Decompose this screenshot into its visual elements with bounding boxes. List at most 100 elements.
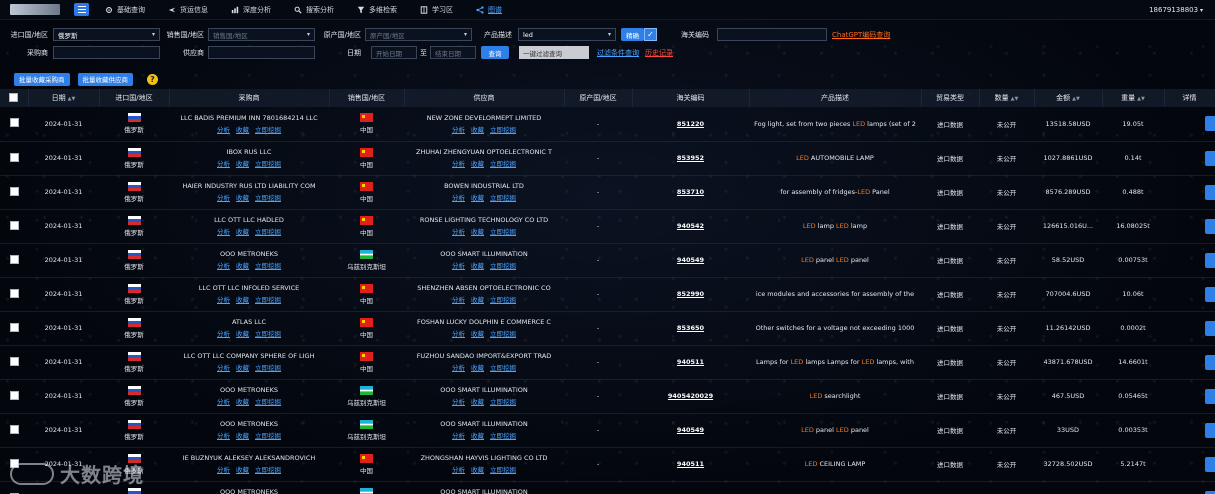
company-favorite-link[interactable]: 收藏 [471, 260, 484, 270]
buyer-name[interactable]: OOO METRONEKS [169, 420, 329, 428]
company-dig-link[interactable]: 立即挖掘 [490, 124, 516, 134]
nav-item-7[interactable]: 图谱 [476, 5, 502, 15]
date-end-input[interactable]: 结束日期 [430, 46, 476, 59]
column-header[interactable]: 重量 ▲▼ [1102, 89, 1165, 107]
hs-code-link[interactable]: 852990 [677, 290, 704, 298]
row-checkbox[interactable] [9, 254, 19, 264]
company-dig-link[interactable]: 立即挖掘 [255, 158, 281, 168]
company-analyze-link[interactable]: 分析 [217, 294, 230, 304]
bulk-favorite-supplier-button[interactable]: 批量收藏供应商 [77, 72, 133, 86]
company-analyze-link[interactable]: 分析 [452, 192, 465, 202]
company-analyze-link[interactable]: 分析 [217, 464, 230, 474]
row-checkbox[interactable] [9, 322, 19, 332]
hs-code-link[interactable]: 853952 [677, 154, 704, 162]
supplier-name[interactable]: OOO SMART ILLUMINATION [404, 420, 564, 428]
exact-match-button[interactable]: 精确 [621, 28, 644, 41]
supplier-input[interactable] [208, 46, 315, 59]
menu-toggle-button[interactable] [74, 3, 89, 16]
company-analyze-link[interactable]: 分析 [217, 158, 230, 168]
product-desc-input[interactable]: led ▾ [518, 28, 616, 41]
company-favorite-link[interactable]: 收藏 [236, 328, 249, 338]
company-dig-link[interactable]: 立即挖掘 [255, 226, 281, 236]
company-analyze-link[interactable]: 分析 [452, 396, 465, 406]
row-checkbox[interactable] [9, 118, 19, 128]
company-analyze-link[interactable]: 分析 [452, 124, 465, 134]
detail-button[interactable] [1205, 150, 1215, 166]
buyer-name[interactable]: HAIER INDUSTRY RUS LTD LIABILITY COM [169, 182, 329, 190]
supplier-name[interactable]: ZHONGSHAN HAYVIS LIGHTING CO LTD [404, 454, 564, 462]
company-dig-link[interactable]: 立即挖掘 [255, 396, 281, 406]
company-favorite-link[interactable]: 收藏 [471, 294, 484, 304]
company-dig-link[interactable]: 立即挖掘 [255, 192, 281, 202]
supplier-name[interactable]: ZHUHAI ZHENGYUAN OPTOELECTRONIC T [404, 148, 564, 156]
origin-region-select[interactable]: 原产国/地区 ▾ [365, 28, 472, 41]
help-icon[interactable]: ? [147, 73, 158, 85]
company-analyze-link[interactable]: 分析 [452, 294, 465, 304]
sort-icon[interactable]: ▲▼ [1072, 96, 1080, 102]
hs-code-link[interactable]: 853650 [677, 324, 704, 332]
company-favorite-link[interactable]: 收藏 [471, 328, 484, 338]
column-header[interactable]: 金额 ▲▼ [1034, 89, 1103, 107]
supplier-name[interactable]: OOO SMART ILLUMINATION [404, 250, 564, 258]
buyer-name[interactable]: IE BUZNYUK ALEKSEY ALEKSANDROVICH [169, 454, 329, 462]
buyer-name[interactable]: IBOX RUS LLC [169, 148, 329, 156]
detail-button[interactable] [1205, 354, 1215, 370]
company-dig-link[interactable]: 立即挖掘 [255, 464, 281, 474]
company-analyze-link[interactable]: 分析 [217, 124, 230, 134]
supplier-name[interactable]: OOO SMART ILLUMINATION [404, 386, 564, 394]
company-favorite-link[interactable]: 收藏 [471, 396, 484, 406]
company-favorite-link[interactable]: 收藏 [236, 430, 249, 440]
company-favorite-link[interactable]: 收藏 [471, 226, 484, 236]
sales-region-select[interactable]: 销售国/地区 ▾ [208, 28, 315, 41]
nav-item-3[interactable]: 深度分析 [231, 5, 271, 15]
supplier-name[interactable]: FOSHAN LUCKY DOLPHIN E COMMERCE C [404, 318, 564, 326]
company-analyze-link[interactable]: 分析 [217, 328, 230, 338]
quick-filter-query-button[interactable]: 一键过滤查询 [519, 46, 589, 59]
company-dig-link[interactable]: 立即挖掘 [255, 328, 281, 338]
nav-item-5[interactable]: 多维检索 [357, 5, 397, 15]
detail-button[interactable] [1205, 490, 1215, 494]
company-analyze-link[interactable]: 分析 [452, 464, 465, 474]
hs-code-link[interactable]: 853710 [677, 188, 704, 196]
filter-condition-link[interactable]: 过滤条件查询 [597, 48, 639, 58]
company-dig-link[interactable]: 立即挖掘 [490, 192, 516, 202]
company-analyze-link[interactable]: 分析 [452, 226, 465, 236]
detail-button[interactable] [1205, 286, 1215, 302]
company-dig-link[interactable]: 立即挖掘 [490, 158, 516, 168]
company-dig-link[interactable]: 立即挖掘 [490, 362, 516, 372]
company-favorite-link[interactable]: 收藏 [236, 396, 249, 406]
row-checkbox[interactable] [9, 152, 19, 162]
hs-code-input[interactable] [717, 28, 827, 41]
search-button[interactable]: 查询 [481, 46, 509, 59]
company-analyze-link[interactable]: 分析 [217, 362, 230, 372]
hs-code-link[interactable]: 9405420029 [668, 392, 713, 400]
column-header[interactable]: 日期 ▲▼ [28, 89, 100, 107]
company-favorite-link[interactable]: 收藏 [471, 430, 484, 440]
row-checkbox[interactable] [9, 424, 19, 434]
nav-item-4[interactable]: 搜索分析 [294, 5, 334, 15]
detail-button[interactable] [1205, 116, 1215, 132]
company-dig-link[interactable]: 立即挖掘 [255, 362, 281, 372]
company-dig-link[interactable]: 立即挖掘 [490, 430, 516, 440]
detail-button[interactable] [1205, 422, 1215, 438]
buyer-name[interactable]: ATLAS LLC [169, 318, 329, 326]
detail-button[interactable] [1205, 456, 1215, 472]
sort-icon[interactable]: ▲▼ [68, 96, 76, 102]
company-analyze-link[interactable]: 分析 [452, 260, 465, 270]
company-favorite-link[interactable]: 收藏 [471, 464, 484, 474]
company-favorite-link[interactable]: 收藏 [471, 362, 484, 372]
company-dig-link[interactable]: 立即挖掘 [255, 124, 281, 134]
nav-item-1[interactable]: 基础查询 [105, 5, 145, 15]
company-favorite-link[interactable]: 收藏 [236, 124, 249, 134]
company-dig-link[interactable]: 立即挖掘 [490, 396, 516, 406]
chatgpt-code-link[interactable]: ChatGPT编码查询 [832, 30, 890, 40]
company-favorite-link[interactable]: 收藏 [236, 362, 249, 372]
column-header[interactable]: 数量 ▲▼ [979, 89, 1035, 107]
company-analyze-link[interactable]: 分析 [217, 226, 230, 236]
company-dig-link[interactable]: 立即挖掘 [255, 260, 281, 270]
date-start-input[interactable]: 开始日期 [371, 46, 417, 59]
company-favorite-link[interactable]: 收藏 [236, 294, 249, 304]
buyer-name[interactable]: LLC BADIS PREMIUM INN 7801684214 LLC [169, 114, 329, 122]
buyer-name[interactable]: OOO METRONEKS [169, 250, 329, 258]
supplier-name[interactable]: NEW ZONE DEVELORMEPT LIMITED [404, 114, 564, 122]
